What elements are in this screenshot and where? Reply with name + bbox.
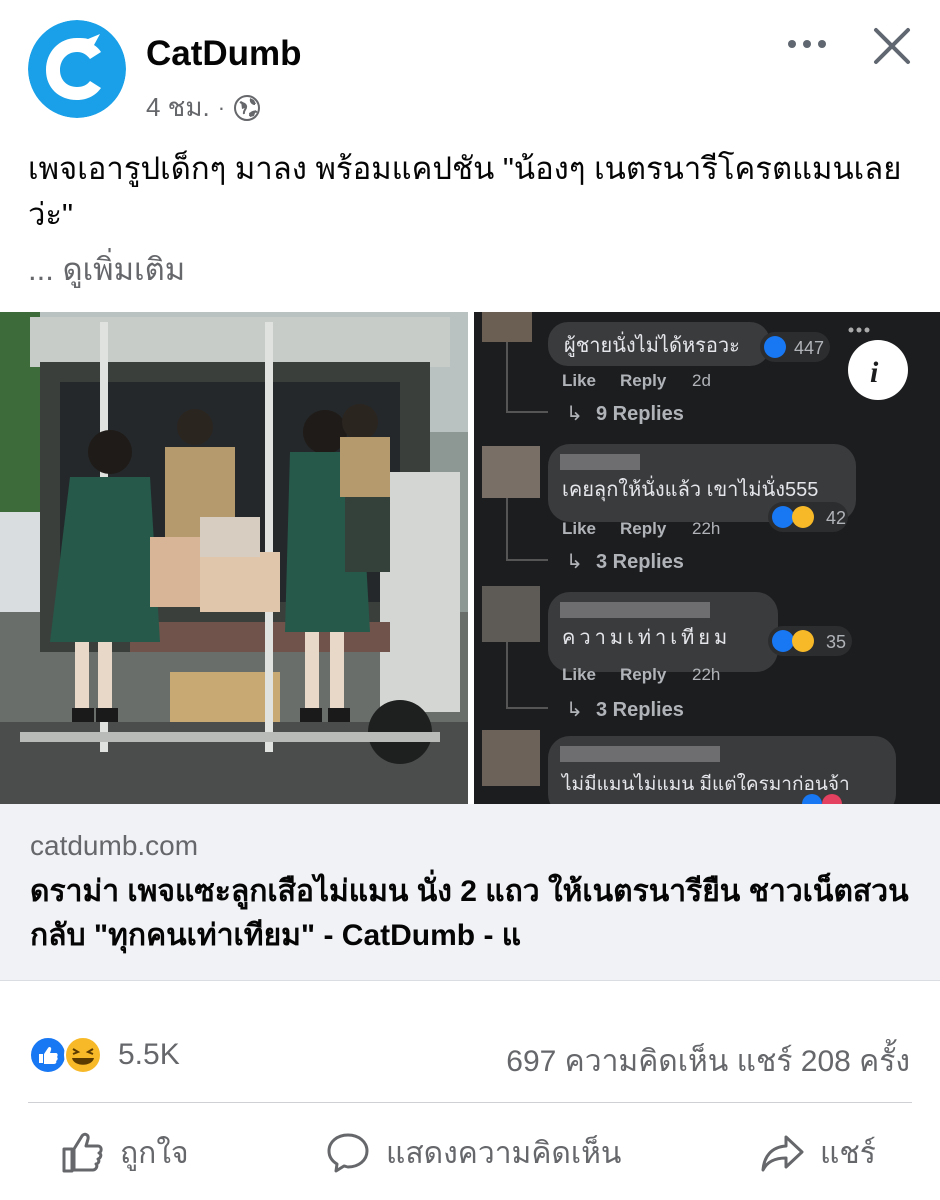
thumbs-up-icon [62,1132,103,1173]
comment-text: ผู้ชายนั่งไม่ได้หรอวะ [564,331,740,358]
comment-like: Like [562,519,596,538]
comment-replies: 9 Replies [596,403,684,425]
share-label: แชร์ [820,1136,876,1170]
comment-text: เคยลุกให้นั่งแล้ว เขาไม่นั่ง555 [562,475,818,502]
reaction-count[interactable]: 5.5K [118,1038,180,1072]
post-image-canvas: ผู้ชายนั่งไม่ได้หรอวะ 447 Like Reply 2d … [0,312,940,804]
comment-reply: Reply [620,519,667,538]
globe-icon [234,94,261,121]
comment-replies: 3 Replies [596,551,684,573]
comment-like: Like [562,665,596,684]
comment-text: ความเท่าเทียม [562,627,731,649]
close-icon[interactable] [868,22,916,70]
comment-button[interactable]: แสดงความคิดเห็น [326,1125,621,1181]
comment-reaction-count: 447 [794,338,824,358]
comment-time: 2d [692,371,711,390]
comment-like: Like [562,371,596,390]
post-image[interactable]: ผู้ชายนั่งไม่ได้หรอวะ 447 Like Reply 2d … [0,312,940,804]
post-caption: เพจเอารูปเด็กๆ มาลง พร้อมแคปชัน "น้องๆ เ… [28,151,902,232]
catdumb-logo-icon [28,20,126,118]
post-time[interactable]: 4 ชม. [146,87,210,128]
link-domain: catdumb.com [30,830,199,861]
comment-reaction-count: 35 [826,632,846,652]
link-title[interactable]: ดราม่า เพจแซะลูกเสือไม่แมน นั่ง 2 แถว ให… [30,870,910,958]
comments-screenshot: ผู้ชายนั่งไม่ได้หรอวะ 447 Like Reply 2d … [474,312,940,804]
comment-time: 22h [692,665,720,684]
comment-share-count[interactable]: 697 ความคิดเห็น แชร์ 208 ครั้ง [506,1038,910,1085]
students-truck-photo [0,312,468,804]
page-name[interactable]: CatDumb [146,34,302,74]
comment-replies-arrow: ↳ [566,699,583,721]
see-more-link[interactable]: ... ดูเพิ่มเติม [28,244,185,294]
comment-time: 22h [692,519,720,538]
comment-reply: Reply [620,371,667,390]
comment-icon [327,1133,369,1173]
divider [28,1102,912,1103]
meta-separator: · [217,94,226,120]
page-avatar[interactable] [28,20,126,118]
comment-replies-arrow: ↳ [566,403,583,425]
share-icon [761,1135,804,1172]
comment-label: แสดงความคิดเห็น [386,1136,622,1170]
like-label: ถูกใจ [120,1136,189,1170]
like-button[interactable]: ถูกใจ [60,1125,189,1181]
share-button[interactable]: แชร์ [760,1125,876,1181]
more-options-icon[interactable] [782,28,832,60]
comment-reply: Reply [620,665,667,684]
post-meta: 4 ชม. · [146,87,261,128]
comment-text: ไม่มีแมนไม่แมน มีแต่ใครมาก่อนจ้า [560,773,850,795]
reactions-icon[interactable] [28,1035,108,1075]
comment-replies-arrow: ↳ [566,551,583,573]
comment-replies: 3 Replies [596,699,684,721]
post-header: CatDumb 4 ชม. · [0,0,940,130]
info-icon-label: i [870,356,879,389]
comment-reaction-count: 42 [826,508,846,528]
